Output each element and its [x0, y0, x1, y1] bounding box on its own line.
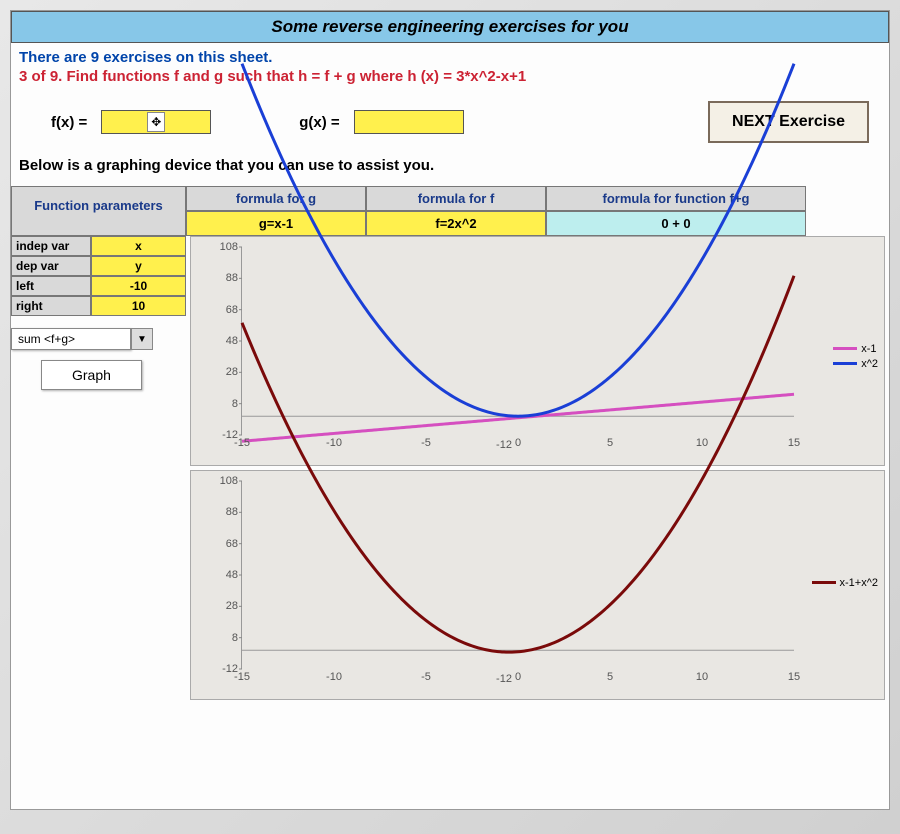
gx-label: g(x) = — [299, 114, 339, 131]
header-g: formula for g — [186, 186, 366, 211]
chevron-down-icon[interactable]: ▼ — [131, 328, 153, 350]
chart-top: -12828486888108-15-10-5051015-12 x-1x^2 — [190, 236, 885, 466]
gx-input[interactable] — [354, 110, 464, 134]
formula-sum: 0 + 0 — [546, 211, 806, 236]
param-table: indep varx dep vary left-10 right10 — [11, 236, 186, 316]
sum-selector[interactable]: sum <f+g> — [11, 328, 131, 350]
graph-button[interactable]: Graph — [41, 360, 142, 390]
intro-prompt: 3 of 9. Find functions f and g such that… — [19, 68, 881, 85]
page-title: Some reverse engineering exercises for y… — [11, 11, 889, 43]
formula-g[interactable]: g=x-1 — [186, 211, 366, 236]
fx-label: f(x) = — [51, 114, 87, 131]
assist-text: Below is a graphing device that you can … — [11, 153, 889, 186]
formula-f[interactable]: f=2x^2 — [366, 211, 546, 236]
header-sum: formula for function f+g — [546, 186, 806, 211]
intro-count: There are 9 exercises on this sheet. — [19, 49, 881, 66]
next-exercise-button[interactable]: NEXT Exercise — [708, 101, 869, 143]
chart-bottom: -12828486888108-15-10-5051015-12 x-1+x^2 — [190, 470, 885, 700]
header-f: formula for f — [366, 186, 546, 211]
fx-input[interactable]: ✥ — [101, 110, 211, 134]
cursor-icon: ✥ — [147, 112, 165, 132]
header-params: Function parameters — [11, 186, 186, 236]
chart-area: -12828486888108-15-10-5051015-12 x-1x^2 … — [186, 236, 889, 704]
